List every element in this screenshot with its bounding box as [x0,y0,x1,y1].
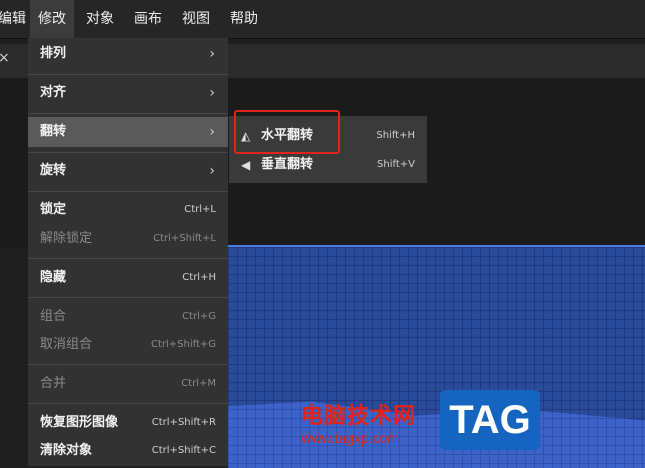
shortcut-label: Ctrl+Shift+G [150,339,216,350]
menu-item-label: 排列 [40,46,67,61]
shortcut-label: Ctrl+Shift+C [151,445,216,456]
canvas-grid-light-area [228,401,645,468]
menu-item-align[interactable]: 对齐 › [28,78,228,108]
watermark-url: www.tagxp.com [301,430,400,446]
divider [28,113,228,114]
menu-item-label: 旋转 [40,163,67,178]
menu-item-label: 垂直翻转 [261,157,314,172]
shortcut-label: Ctrl+L [184,204,216,215]
menu-item-label: 对齐 [40,85,67,100]
watermark-site-name: 电脑技术网 [301,403,417,429]
menu-item-unlock[interactable]: 解除锁定 Ctrl+Shift+L [28,224,228,254]
menu-item-lock[interactable]: 锁定 Ctrl+L [28,195,228,225]
divider [28,403,228,404]
menu-item-label: 隐藏 [40,270,67,285]
menu-item-label: 锁定 [40,202,67,217]
menu-modify[interactable]: 修改 [30,0,74,38]
shortcut-label: Ctrl+Shift+L [153,233,216,244]
menu-edit[interactable]: 编辑 [0,0,34,38]
menu-item-group[interactable]: 组合 Ctrl+G [28,302,228,332]
annotation-highlight-box [234,110,340,154]
shortcut-label: Ctrl+G [182,311,216,322]
shortcut-label: Shift+H [376,130,415,141]
menu-item-hide[interactable]: 隐藏 Ctrl+H [28,263,228,293]
menu-bar: 编辑 修改 对象 画布 视图 帮助 [0,0,645,39]
divider [28,364,228,365]
divider [28,258,228,259]
menu-help[interactable]: 帮助 [222,0,266,38]
menu-canvas[interactable]: 画布 [126,0,170,38]
chevron-right-icon: › [209,46,215,62]
divider [28,191,228,192]
shortcut-label: Ctrl+M [181,378,216,389]
chevron-right-icon: › [209,163,215,179]
menu-item-label: 合并 [40,376,67,391]
modify-dropdown-menu: 排列 › 对齐 › 翻转 › 旋转 › 锁定 Ctrl+L 解除锁定 Ctrl+… [28,38,228,466]
menu-item-flip-vertical[interactable]: ◀ 垂直翻转 Shift+V [229,151,427,179]
menu-item-label: 组合 [40,309,67,324]
shortcut-label: Ctrl+Shift+R [151,417,216,428]
menu-item-restore-image[interactable]: 恢复图形图像 Ctrl+Shift+R [28,408,228,438]
tag-logo: TAG [440,390,540,450]
close-icon[interactable]: × [0,50,10,66]
chevron-right-icon: › [209,124,215,140]
shortcut-label: Ctrl+H [182,272,216,283]
menu-item-arrange[interactable]: 排列 › [28,39,228,69]
shortcut-label: Shift+V [377,159,415,170]
menu-item-label: 恢复图形图像 [40,415,119,430]
menu-view[interactable]: 视图 [174,0,218,38]
menu-item-merge[interactable]: 合并 Ctrl+M [28,369,228,399]
menu-item-ungroup[interactable]: 取消组合 Ctrl+Shift+G [28,330,228,360]
menu-item-label: 清除对象 [40,443,93,458]
menu-item-label: 解除锁定 [40,231,93,246]
menu-item-label: 翻转 [40,124,67,139]
divider [28,152,228,153]
menu-item-clear-object[interactable]: 清除对象 Ctrl+Shift+C [28,436,228,466]
divider [28,74,228,75]
divider [28,297,228,298]
menu-item-rotate[interactable]: 旋转 › [28,156,228,186]
menu-item-flip[interactable]: 翻转 › [28,117,228,147]
menu-item-label: 取消组合 [40,337,93,352]
chevron-right-icon: › [209,85,215,101]
canvas-grid[interactable] [228,245,645,468]
menu-object[interactable]: 对象 [78,0,122,38]
flip-vertical-icon: ◀ [241,158,251,172]
